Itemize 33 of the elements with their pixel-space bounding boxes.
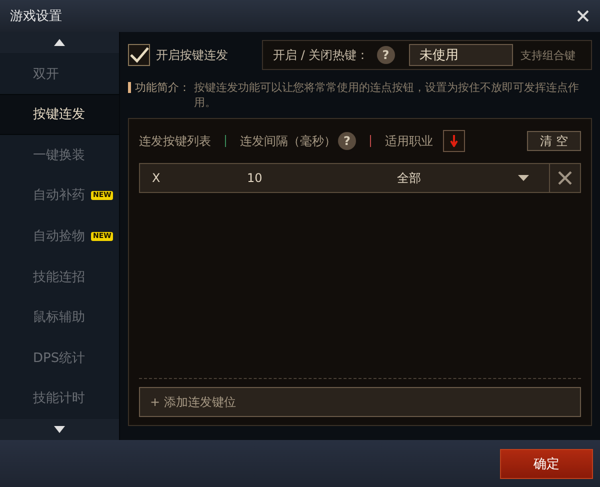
hotkey-label: 开启 / 关闭热键： [273, 46, 369, 64]
help-icon[interactable]: ? [338, 132, 356, 150]
hotkey-field[interactable]: 未使用 [408, 44, 513, 66]
sidebar-item[interactable]: DPS统计 [0, 337, 119, 378]
add-key-button[interactable]: + 添加连发键位 [139, 387, 581, 417]
down-triangle-icon [54, 426, 65, 433]
sidebar-item[interactable]: 技能连招 [0, 256, 119, 297]
sidebar-item[interactable]: 技能计时 [0, 378, 119, 419]
up-triangle-icon [54, 39, 65, 46]
ok-button[interactable]: 确定 [500, 448, 593, 478]
class-dropdown[interactable]: 全部 [397, 164, 549, 192]
description-text: 按键连发功能可以让您将常常使用的连点按钮，设置为按住不放即可发挥连点作用。 [194, 80, 580, 110]
window-title: 游戏设置 [10, 8, 62, 25]
sidebar-item[interactable]: 按键连发 [0, 94, 119, 135]
column-header: 连发按键列表 [139, 132, 211, 150]
table-cell-text: X [151, 170, 162, 187]
help-icon[interactable]: ? [376, 46, 395, 64]
checkbox-label: 开启按键连发 [156, 46, 229, 64]
enable-checkbox[interactable] [128, 44, 150, 66]
description-label: 功能简介： [135, 80, 190, 96]
close-icon [558, 171, 572, 185]
table-cell-text: 10 [247, 170, 264, 187]
caret-icon [518, 175, 529, 181]
column-header: 连发间隔（毫秒） [240, 132, 336, 150]
sidebar-item[interactable]: 双开 [0, 53, 119, 94]
sidebar-item[interactable]: 一键换装 [0, 134, 119, 176]
sort-button[interactable] [443, 130, 465, 152]
sidebar-item[interactable]: 鼠标辅助 [0, 296, 119, 338]
close-icon[interactable] [576, 9, 590, 23]
column-header: 适用职业 [385, 132, 433, 150]
down-arrow-icon [450, 135, 458, 147]
clear-button[interactable]: 清 空 [527, 131, 581, 151]
hotkey-hint: 支持组合键 [520, 48, 576, 62]
